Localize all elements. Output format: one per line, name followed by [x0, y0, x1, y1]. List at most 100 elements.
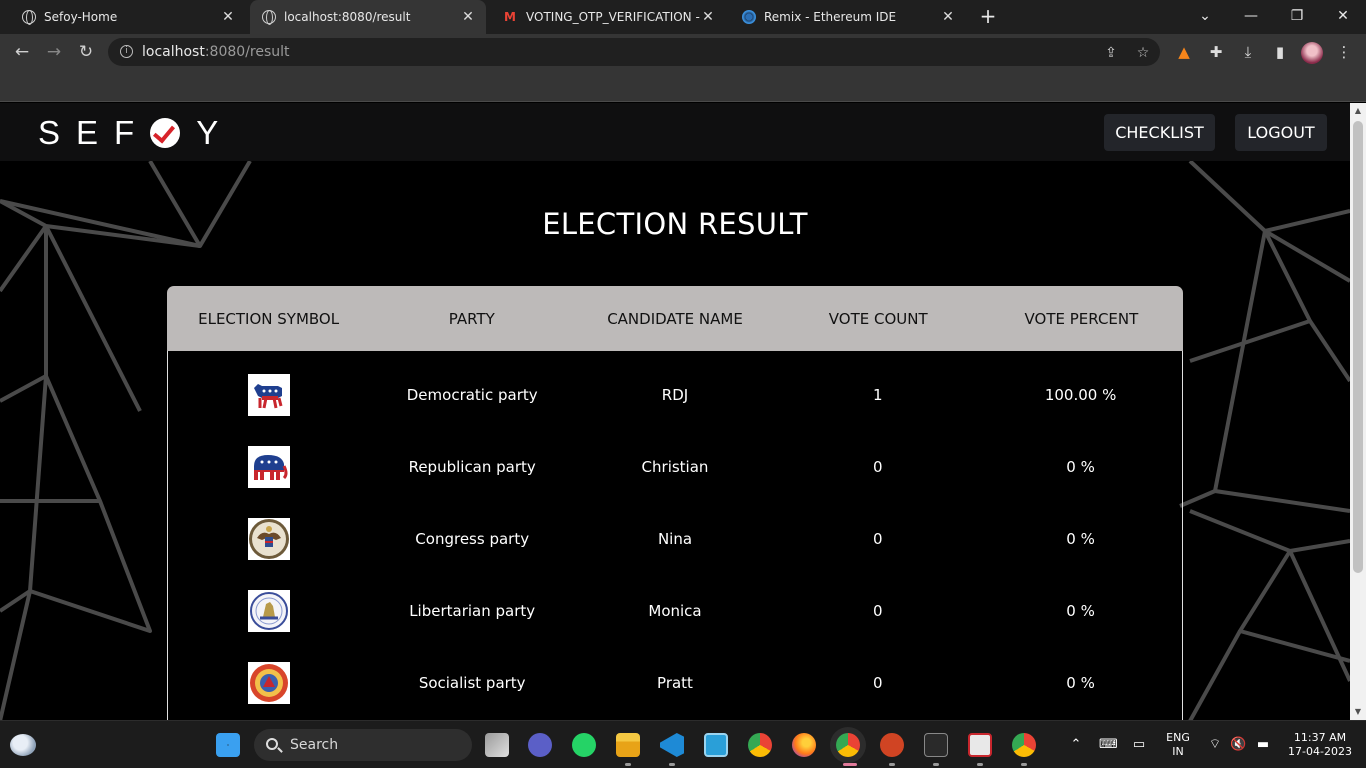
logo-text: Y	[196, 114, 235, 151]
vote-count-cell: 0	[873, 458, 883, 476]
logo-text: SEF	[38, 114, 151, 151]
reload-icon[interactable]: ↻	[73, 40, 99, 64]
language-indicator[interactable]: ENG IN	[1160, 731, 1196, 759]
profile-avatar[interactable]	[1301, 42, 1323, 64]
symbol-cell	[168, 590, 371, 632]
column-header: VOTE PERCENT	[1024, 309, 1139, 328]
url-host: localhost	[142, 44, 205, 60]
powerpoint-icon[interactable]	[880, 733, 904, 757]
back-icon[interactable]: ←	[9, 40, 35, 64]
region-code: IN	[1172, 745, 1184, 758]
table-row: Socialist party Pratt 0 0 %	[168, 647, 1182, 719]
page-title: ELECTION RESULT	[542, 207, 808, 241]
running-indicator	[977, 763, 983, 766]
congress-seal-icon	[248, 518, 291, 560]
table-body: Democratic party RDJ 1 100.00 % Republic…	[167, 351, 1183, 720]
symbol-cell	[168, 518, 371, 560]
side-panel-icon[interactable]: ▮	[1271, 43, 1289, 61]
clock[interactable]: 11:37 AM 17-04-2023	[1284, 731, 1356, 759]
tab-gmail[interactable]: M VOTING_OTP_VERIFICATION - shı ✕	[490, 0, 726, 34]
battery-icon[interactable]: ▬	[1255, 737, 1271, 753]
tab-search-icon[interactable]: ⌄	[1182, 0, 1228, 34]
running-indicator	[625, 763, 631, 766]
party-cell: Democratic party	[406, 386, 538, 404]
page-scrollbar[interactable]: ▲ ▼	[1350, 103, 1366, 720]
close-icon[interactable]: ✕	[700, 9, 716, 25]
remote-desktop-icon[interactable]	[704, 733, 728, 757]
table-row: Republican party Christian 0 0 %	[168, 431, 1182, 503]
running-indicator	[669, 763, 675, 766]
display-icon[interactable]: ▭	[1131, 737, 1147, 753]
tab-sefoy-home[interactable]: Sefoy-Home ✕	[10, 0, 246, 34]
download-icon[interactable]: ⤓	[1239, 43, 1257, 61]
scrollbar-thumb[interactable]	[1353, 121, 1363, 573]
speaker-muted-icon[interactable]: 🔇	[1230, 737, 1246, 753]
browser-tab-bar: Sefoy-Home ✕ localhost:8080/result ✕ M V…	[0, 0, 1366, 34]
start-windows-icon[interactable]	[216, 733, 240, 757]
bookmark-star-icon[interactable]: ☆	[1135, 45, 1151, 61]
running-indicator	[889, 763, 895, 766]
checklist-button[interactable]: CHECKLIST	[1104, 114, 1215, 151]
minimize-icon[interactable]: —	[1228, 0, 1274, 34]
chrome-profile-icon[interactable]	[1012, 733, 1036, 757]
table-row: Libertarian party Monica 0 0 %	[168, 575, 1182, 647]
new-tab-button[interactable]: +	[976, 5, 1000, 29]
candidate-cell: Nina	[657, 530, 693, 548]
whatsapp-icon[interactable]	[572, 733, 596, 757]
vote-percent-cell: 0 %	[1066, 602, 1095, 620]
running-indicator	[933, 763, 939, 766]
party-cell: Libertarian party	[409, 602, 536, 620]
vote-percent-cell: 100.00 %	[1044, 386, 1117, 404]
restore-icon[interactable]: ❐	[1274, 0, 1320, 34]
share-icon[interactable]: ⇪	[1103, 45, 1119, 61]
candidate-cell: RDJ	[661, 386, 689, 404]
file-explorer-icon[interactable]	[616, 733, 640, 757]
search-label: Search	[290, 737, 339, 753]
candidate-cell: Pratt	[657, 674, 693, 692]
tab-title: Remix - Ethereum IDE	[764, 10, 897, 24]
close-icon[interactable]: ✕	[940, 9, 956, 25]
close-icon[interactable]: ✕	[460, 9, 476, 25]
libertarian-seal-icon	[248, 590, 291, 632]
close-icon[interactable]: ✕	[220, 9, 236, 25]
metamask-icon[interactable]: ▲	[1175, 43, 1193, 61]
tab-result[interactable]: localhost:8080/result ✕	[250, 0, 486, 34]
taskbar-search[interactable]: Search	[254, 729, 472, 761]
tray-overflow-icon[interactable]: ⌃	[1068, 737, 1084, 753]
browser-toolbar: ← → ↻ i localhost:8080/result ⇪ ☆ ▲ ✚ ⤓ …	[0, 34, 1366, 70]
wifi-icon[interactable]: ⌔	[1207, 737, 1223, 753]
menu-kebab-icon[interactable]: ⋮	[1335, 43, 1353, 61]
logout-button[interactable]: LOGOUT	[1235, 114, 1327, 151]
scroll-down-icon[interactable]: ▼	[1350, 704, 1366, 720]
party-cell: Republican party	[408, 458, 536, 476]
globe-icon	[262, 10, 276, 25]
symbol-cell	[168, 374, 371, 416]
task-view-icon[interactable]	[485, 733, 509, 757]
scroll-up-icon[interactable]: ▲	[1350, 103, 1366, 119]
clock-time: 11:37 AM	[1293, 731, 1347, 744]
weather-icon[interactable]	[10, 734, 36, 756]
site-header: SEF Y CHECKLIST LOGOUT	[0, 103, 1350, 161]
tab-remix[interactable]: Remix - Ethereum IDE ✕	[730, 0, 966, 34]
globe-icon	[22, 10, 36, 25]
vote-count-cell: 0	[873, 674, 883, 692]
site-info-icon[interactable]: i	[120, 45, 133, 58]
vscode-icon[interactable]	[660, 733, 684, 757]
vote-percent-cell: 0 %	[1066, 530, 1095, 548]
election-result-table: ELECTION SYMBOL PARTY CANDIDATE NAME VOT…	[167, 286, 1183, 720]
clock-date: 17-04-2023	[1288, 745, 1352, 758]
chrome-active-icon[interactable]	[836, 733, 860, 757]
address-bar[interactable]: i localhost:8080/result ⇪ ☆	[108, 38, 1160, 66]
teams-chat-icon[interactable]	[528, 733, 552, 757]
window-close-icon[interactable]: ✕	[1320, 0, 1366, 34]
vote-count-cell: 1	[873, 386, 883, 404]
extensions-icon[interactable]: ✚	[1207, 43, 1225, 61]
tab-title: Sefoy-Home	[44, 10, 118, 24]
keyboard-icon[interactable]: ⌨	[1099, 737, 1118, 753]
snipping-tool-icon[interactable]	[968, 733, 992, 757]
forward-icon[interactable]: →	[41, 40, 67, 64]
firefox-icon[interactable]	[792, 733, 816, 757]
terminal-icon[interactable]	[924, 733, 948, 757]
sefoy-logo[interactable]: SEF Y	[38, 114, 235, 151]
chrome-icon[interactable]	[748, 733, 772, 757]
